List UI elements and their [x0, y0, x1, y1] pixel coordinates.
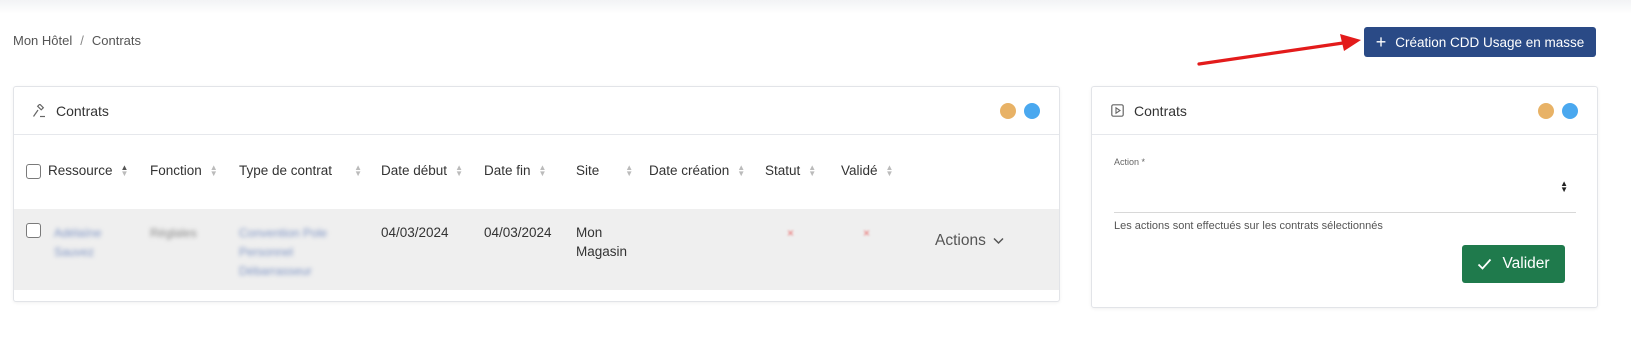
column-header-date-debut[interactable]: Date début ▲ ▼ — [381, 135, 484, 209]
column-header-date-creation[interactable]: Date création ▲ ▼ — [649, 135, 765, 209]
column-header-statut[interactable]: Statut ▲ ▼ — [765, 135, 841, 209]
top-bar-shadow — [0, 0, 1631, 14]
contract-type: Convention Pole Personnel Débarrasseur — [239, 226, 328, 278]
column-header-site[interactable]: Site ▲ ▼ — [576, 135, 649, 209]
cell-statut: × — [765, 209, 841, 290]
table-header-row: Ressource ▲ ▼ Fonction ▲ ▼ Type de contrat ▲ ▼… — [14, 135, 1059, 209]
sort-icon: ▲ ▼ — [354, 163, 362, 179]
orange-dot[interactable] — [1538, 103, 1554, 119]
column-header-date-fin[interactable]: Date fin ▲ ▼ — [484, 135, 576, 209]
column-header-actions — [921, 135, 1059, 209]
contracts-panel-title: Contrats — [56, 102, 109, 119]
cell-date-creation — [649, 209, 765, 290]
actions-form: Action * ▲ ▼ Les actions sont effectués s… — [1092, 135, 1597, 283]
cell-actions: Actions — [921, 209, 1059, 290]
sort-icon: ▲ ▼ — [455, 163, 463, 179]
cell-date-fin: 04/03/2024 — [484, 225, 552, 240]
sort-icon: ▲ ▼ — [120, 163, 129, 179]
select-all-checkbox[interactable] — [26, 164, 41, 179]
cell-type-contrat: Convention Pole Personnel Débarrasseur — [239, 209, 381, 290]
cell-valide: × — [841, 209, 921, 290]
sort-icon: ▲ ▼ — [625, 163, 634, 179]
plus-icon: + — [1375, 32, 1387, 52]
contracts-actions-panel: Contrats Action * ▲ ▼ Les actions sont ef… — [1091, 86, 1598, 308]
sort-icon: ▲ ▼ — [808, 163, 817, 179]
validated-indicator: × — [863, 226, 871, 240]
row-checkbox[interactable] — [26, 223, 41, 238]
cell-ressource: Adélaïne Sauvez — [48, 209, 150, 290]
contracts-panel-header: Contrats — [14, 87, 1059, 135]
breadcrumb-current: Contrats — [91, 33, 142, 48]
resource-name[interactable]: Adélaïne Sauvez — [54, 226, 101, 259]
row-actions-dropdown[interactable]: Actions — [935, 231, 1004, 250]
cell-fonction: Réglales — [150, 209, 239, 290]
function-name: Réglales — [150, 226, 197, 240]
select-all-header — [14, 135, 48, 209]
action-select[interactable]: ▲ ▼ — [1114, 167, 1576, 213]
actions-panel-header: Contrats — [1092, 87, 1597, 135]
chevron-down-icon — [993, 237, 1004, 244]
column-header-ressource[interactable]: Ressource ▲ ▼ — [48, 135, 150, 209]
column-header-type-contrat[interactable]: Type de contrat ▲ ▼ — [239, 135, 381, 209]
action-help-text: Les actions sont effectués sur les contr… — [1114, 220, 1383, 232]
contracts-table: Ressource ▲ ▼ Fonction ▲ ▼ Type de contrat ▲ ▼… — [14, 135, 1059, 290]
cell-site: Mon Magasin — [576, 225, 628, 259]
breadcrumb: Mon Hôtel / Contrats — [13, 33, 141, 48]
blue-dot[interactable] — [1024, 103, 1040, 119]
actions-panel-title: Contrats — [1134, 102, 1187, 119]
red-arrow-annotation — [1197, 34, 1361, 66]
cell-date-debut: 04/03/2024 — [381, 225, 449, 240]
sort-icon: ▲ ▼ — [737, 163, 746, 179]
validate-button-label: Valider — [1502, 255, 1550, 272]
sort-icon: ▲ ▼ — [209, 163, 218, 179]
status-indicator: × — [787, 226, 795, 240]
check-icon — [1478, 258, 1492, 270]
contracts-table-panel: Contrats Ressource ▲ ▼ Fonction ▲ ▼ Type de … — [13, 86, 1060, 302]
select-arrows-icon: ▲ ▼ — [1560, 179, 1568, 194]
panel-status-dots — [1538, 103, 1578, 119]
column-header-valide[interactable]: Validé ▲ ▼ — [841, 135, 921, 209]
action-field-label: Action * — [1114, 157, 1146, 167]
column-header-fonction[interactable]: Fonction ▲ ▼ — [150, 135, 239, 209]
breadcrumb-separator: / — [80, 33, 84, 48]
blue-dot[interactable] — [1562, 103, 1578, 119]
mass-contract-creation-label: Création CDD Usage en masse — [1395, 34, 1585, 50]
panel-status-dots — [1000, 103, 1040, 119]
sort-icon: ▲ ▼ — [538, 163, 547, 179]
breadcrumb-home[interactable]: Mon Hôtel — [13, 33, 72, 48]
table-row[interactable]: Adélaïne Sauvez Réglales Convention Pole… — [14, 209, 1059, 290]
orange-dot[interactable] — [1000, 103, 1016, 119]
sort-icon: ▲ ▼ — [885, 163, 894, 179]
validate-button[interactable]: Valider — [1462, 245, 1565, 283]
row-select-cell — [14, 209, 48, 290]
gavel-icon — [32, 103, 46, 118]
play-square-icon — [1110, 104, 1124, 118]
mass-contract-creation-button[interactable]: + Création CDD Usage en masse — [1364, 27, 1596, 57]
